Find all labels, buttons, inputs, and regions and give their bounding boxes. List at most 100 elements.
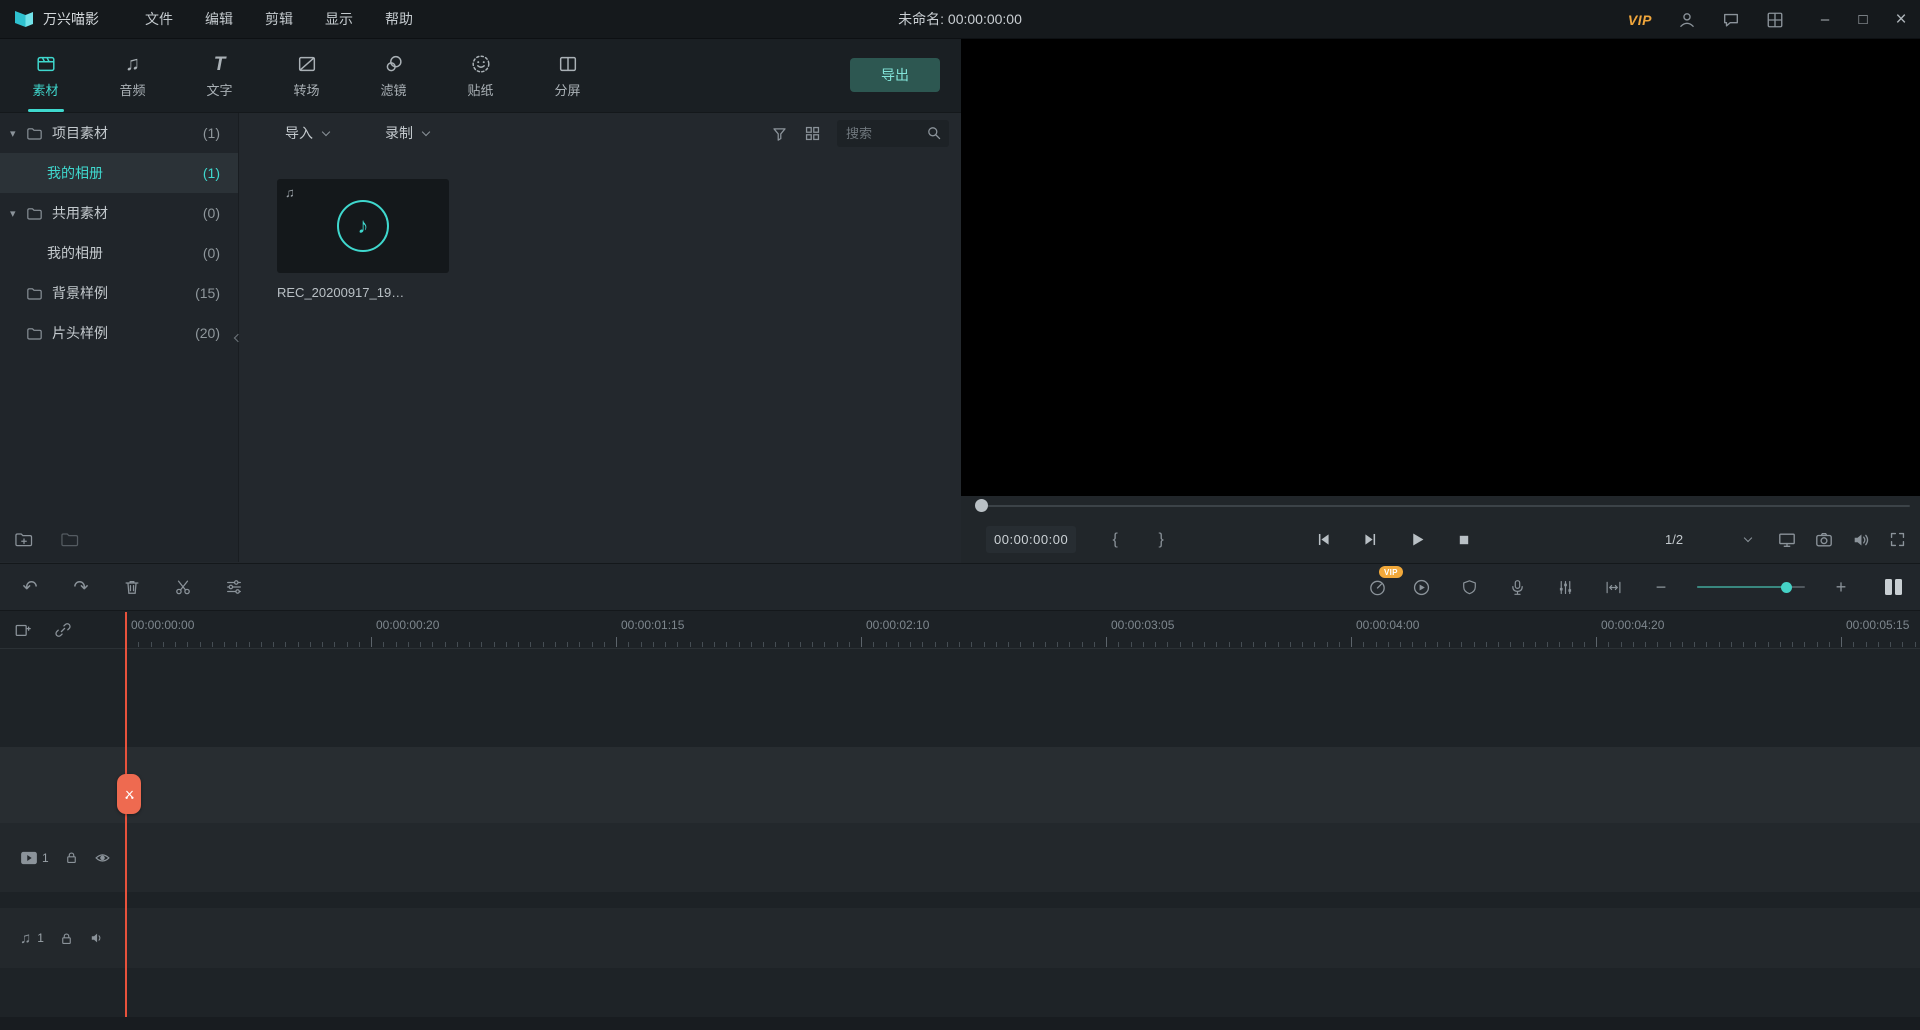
- vip-button[interactable]: VIP: [1628, 12, 1652, 28]
- sidebar-item-intro-samples[interactable]: 片头样例 (20): [0, 313, 238, 353]
- menu-file[interactable]: 文件: [129, 0, 189, 39]
- preview-seekbar[interactable]: [961, 496, 1920, 516]
- filter-funnel-icon[interactable]: [771, 125, 788, 142]
- menu-view[interactable]: 显示: [309, 0, 369, 39]
- link-clips-icon[interactable]: [54, 621, 72, 639]
- zoom-slider-handle[interactable]: [1781, 582, 1792, 593]
- undo-button[interactable]: ↶: [18, 575, 42, 599]
- record-voiceover-mic-icon[interactable]: [1505, 575, 1529, 599]
- playback-quality-dropdown[interactable]: 1/2: [1665, 532, 1751, 547]
- audio-clip-thumbnail[interactable]: ♫ ♪: [277, 179, 449, 273]
- ruler-tick: [1670, 642, 1671, 647]
- tab-audio[interactable]: ♫ 音频: [89, 39, 176, 112]
- lock-icon[interactable]: [59, 931, 74, 946]
- menu-clip[interactable]: 剪辑: [249, 0, 309, 39]
- delete-button[interactable]: [120, 575, 144, 599]
- redo-button[interactable]: ↷: [69, 575, 93, 599]
- sidebar-item-my-album-project[interactable]: 我的相册 (1): [0, 153, 238, 193]
- zoom-to-fit-icon[interactable]: [1601, 575, 1625, 599]
- edit-toolbar-left: ↶ ↷: [0, 575, 246, 599]
- sidebar-item-project-media[interactable]: ▾ 项目素材 (1): [0, 113, 238, 153]
- ruler-tick: [1216, 642, 1217, 647]
- panel-layout-toggle[interactable]: [1885, 579, 1902, 595]
- fullscreen-icon[interactable]: [1889, 531, 1906, 548]
- ruler-tick: [641, 642, 642, 647]
- delete-folder-icon[interactable]: [60, 531, 80, 548]
- render-preview-button[interactable]: [1409, 575, 1433, 599]
- playhead-split-grip[interactable]: [117, 774, 141, 814]
- search-input[interactable]: [846, 126, 926, 141]
- snapshot-camera-icon[interactable]: [1815, 531, 1833, 549]
- current-time-display[interactable]: 00:00:00:00: [986, 526, 1076, 553]
- tab-transition[interactable]: 转场: [263, 39, 350, 112]
- preview-panel: 00:00:00:00 { } 1/2: [961, 39, 1920, 563]
- grid-view-icon[interactable]: [804, 125, 821, 142]
- previous-frame-button[interactable]: [1313, 530, 1333, 550]
- ruler-tick: [1841, 637, 1842, 647]
- stop-button[interactable]: [1454, 530, 1474, 550]
- mute-speaker-icon[interactable]: [89, 930, 105, 946]
- zoom-in-button[interactable]: +: [1829, 575, 1853, 599]
- play-button[interactable]: [1407, 530, 1427, 550]
- adjust-properties-button[interactable]: [222, 575, 246, 599]
- search-box[interactable]: [837, 120, 949, 147]
- tab-sticker[interactable]: 贴纸: [437, 39, 524, 112]
- menu-help[interactable]: 帮助: [369, 0, 429, 39]
- export-button[interactable]: 导出: [850, 58, 940, 92]
- tab-filter[interactable]: 滤镜: [350, 39, 437, 112]
- speed-keyframe-icon[interactable]: [1365, 575, 1389, 599]
- audio-track[interactable]: ♫ 1: [0, 908, 1920, 968]
- tab-media[interactable]: 素材: [2, 39, 89, 112]
- import-dropdown[interactable]: 导入: [285, 123, 329, 143]
- sidebar-collapse-handle[interactable]: [232, 325, 244, 351]
- media-item[interactable]: ♫ ♪ REC_20200917_19…: [277, 179, 449, 300]
- record-dropdown[interactable]: 录制: [385, 123, 429, 143]
- audio-mixer-icon[interactable]: [1553, 575, 1577, 599]
- search-icon[interactable]: [926, 125, 942, 141]
- zoom-out-button[interactable]: −: [1649, 575, 1673, 599]
- maximize-button[interactable]: □: [1844, 0, 1882, 39]
- seek-track[interactable]: [975, 505, 1910, 507]
- ruler-tick: [1596, 637, 1597, 647]
- display-device-icon[interactable]: [1778, 531, 1796, 549]
- lock-icon[interactable]: [64, 850, 79, 865]
- video-track[interactable]: 1: [0, 823, 1920, 892]
- timeline-lane-upper[interactable]: [0, 649, 1920, 747]
- next-frame-button[interactable]: [1360, 530, 1380, 550]
- seek-handle[interactable]: [975, 499, 988, 512]
- feedback-icon[interactable]: [1718, 7, 1744, 33]
- sidebar-item-background-samples[interactable]: 背景样例 (15): [0, 273, 238, 313]
- app-name: 万兴喵影: [43, 9, 99, 29]
- ruler-tick: [1106, 637, 1107, 647]
- close-button[interactable]: ×: [1882, 0, 1920, 39]
- menu-edit[interactable]: 编辑: [189, 0, 249, 39]
- ruler-tick: [1657, 642, 1658, 647]
- mark-in-button[interactable]: {: [1106, 531, 1124, 549]
- account-icon[interactable]: [1674, 7, 1700, 33]
- ruler-tick: [310, 642, 311, 647]
- add-to-timeline-icon[interactable]: [14, 621, 32, 639]
- video-preview[interactable]: [961, 39, 1920, 496]
- mark-out-button[interactable]: }: [1152, 531, 1170, 549]
- timeline-ruler[interactable]: 00:00:00:0000:00:00:2000:00:01:1500:00:0…: [126, 611, 1920, 649]
- volume-icon[interactable]: [1852, 531, 1870, 549]
- chevron-down-icon: [422, 127, 430, 135]
- media-grid: ♫ ♪ REC_20200917_19…: [239, 153, 961, 300]
- sidebar-item-my-album-shared[interactable]: 我的相册 (0): [0, 233, 238, 273]
- minimize-button[interactable]: –: [1806, 0, 1844, 39]
- timeline-zoom-slider[interactable]: [1697, 580, 1805, 594]
- new-folder-icon[interactable]: [14, 531, 34, 548]
- shield-protect-icon[interactable]: [1457, 575, 1481, 599]
- caret-down-icon[interactable]: ▾: [10, 127, 24, 140]
- tab-text[interactable]: T 文字: [176, 39, 263, 112]
- caret-down-icon[interactable]: ▾: [10, 207, 24, 220]
- tab-splitscreen[interactable]: 分屏: [524, 39, 611, 112]
- folder-icon: [24, 286, 44, 301]
- eye-visibility-icon[interactable]: [94, 849, 111, 866]
- sidebar-item-shared-media[interactable]: ▾ 共用素材 (0): [0, 193, 238, 233]
- playhead[interactable]: [125, 612, 127, 1017]
- layout-icon[interactable]: [1762, 7, 1788, 33]
- split-scissors-button[interactable]: [171, 575, 195, 599]
- timeline-lane-overlay[interactable]: [0, 747, 1920, 823]
- timeline-lane-lower[interactable]: [0, 968, 1920, 1017]
